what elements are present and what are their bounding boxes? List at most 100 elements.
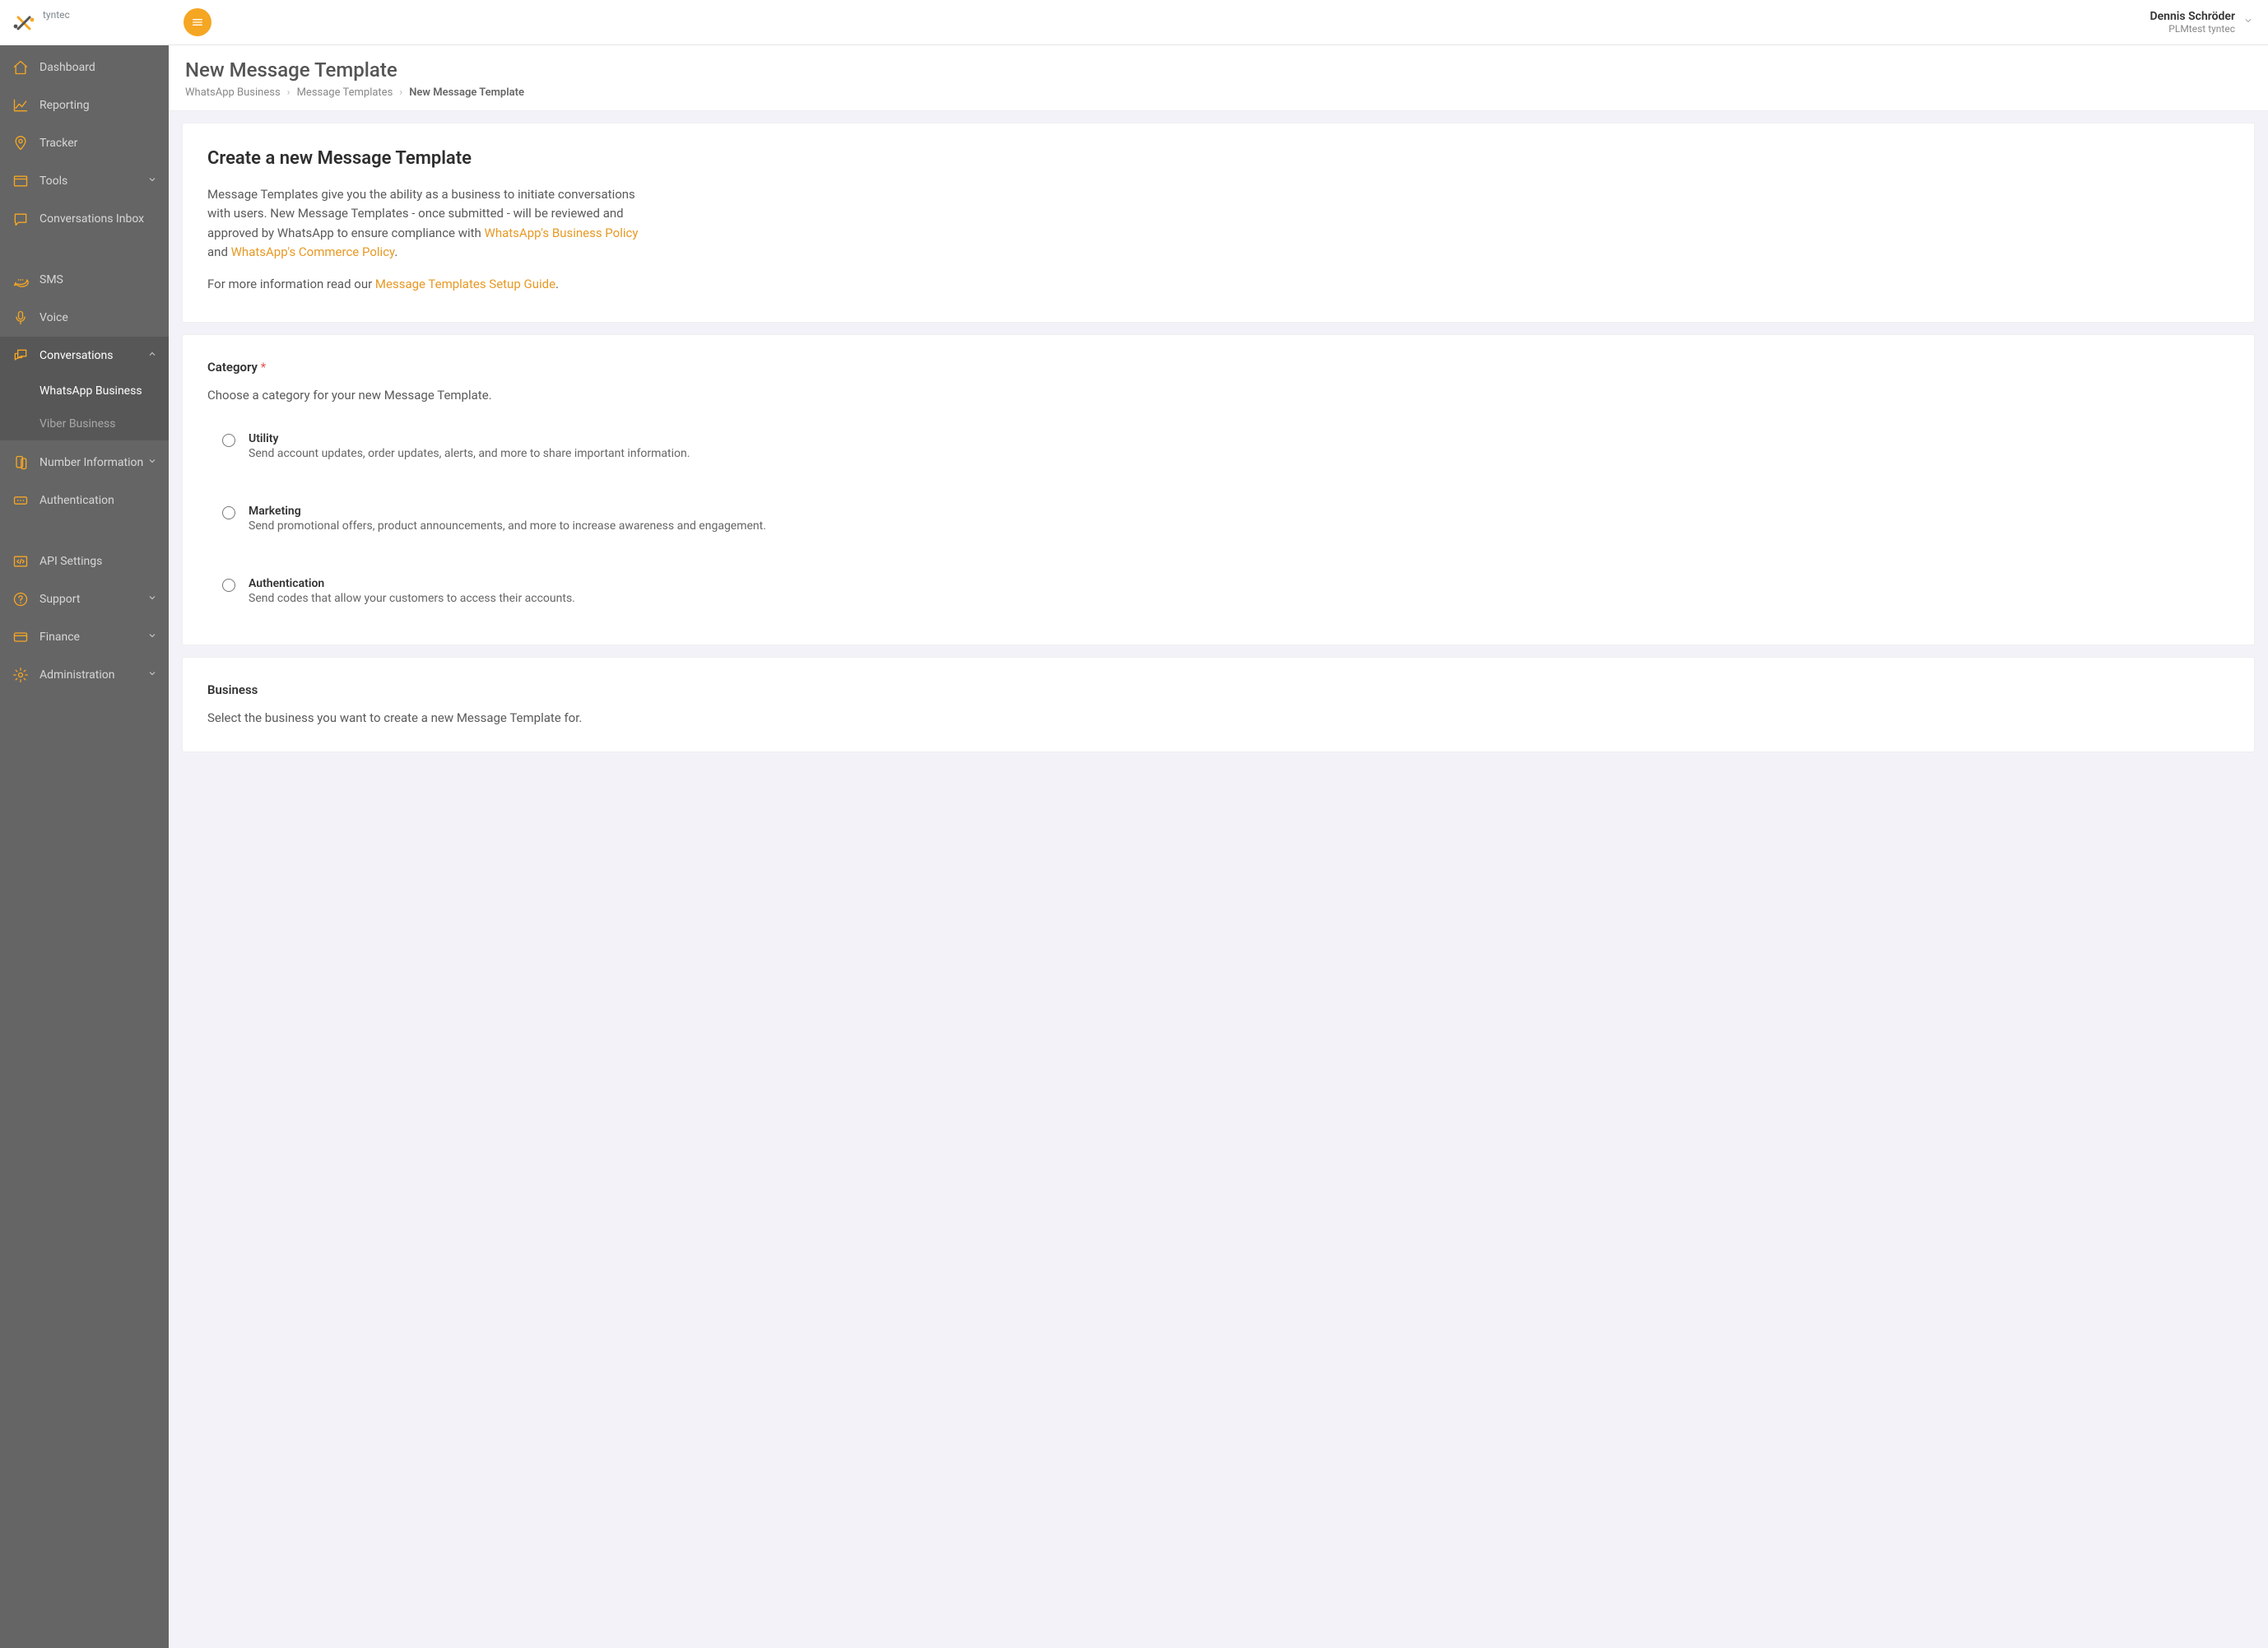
sidebar-item-voice[interactable]: Voice [0,299,169,337]
brand-mark-icon [10,9,38,37]
sidebar-item-reporting[interactable]: Reporting [0,86,169,124]
business-hint: Select the business you want to create a… [207,710,2229,725]
sidebar-item-label: Voice [40,311,68,324]
map-pin-icon [12,134,30,152]
sidebar-sub-label: WhatsApp Business [40,384,142,398]
sidebar-item-label: API Settings [40,555,102,568]
user-menu[interactable]: Dennis Schröder PLMtest tyntec [2150,10,2254,35]
menu-icon [191,16,204,29]
intro-text-fragment: and [207,244,231,259]
section-title-text: Category [207,360,258,375]
chevron-down-icon [147,668,157,682]
chat-icon [12,210,30,228]
breadcrumb-item[interactable]: Message Templates [297,86,393,99]
sidebar-sub-viber-business[interactable]: Viber Business [0,407,169,440]
option-desc: Send account updates, order updates, ale… [249,447,690,460]
brand-logo[interactable]: tyntec [0,0,169,45]
sidebar-item-administration[interactable]: Administration [0,656,169,694]
sidebar-item-conversations[interactable]: Conversations [0,337,169,375]
intro-text-fragment: For more information read our [207,277,375,291]
intro-text-fragment: . [555,277,559,291]
tools-icon [12,172,30,190]
sms-icon [12,271,30,289]
sidebar-item-sms[interactable]: SMS [0,261,169,299]
sidebar-spacer [0,238,169,261]
phone-icon [12,454,30,472]
sidebar-item-authentication[interactable]: Authentication [0,482,169,519]
auth-icon [12,491,30,510]
sidebar-item-label: Dashboard [40,61,95,74]
option-label: Utility [249,432,690,445]
sidebar: tyntec Dashboard Reporting Tracker [0,0,169,1648]
sidebar-sub-label: Viber Business [40,417,116,431]
user-tenant: PLMtest tyntec [2150,23,2236,35]
chevron-down-icon [147,631,157,644]
breadcrumb-current: New Message Template [409,86,524,99]
link-setup-guide[interactable]: Message Templates Setup Guide [375,277,555,291]
chevron-up-icon [147,349,157,362]
page-header: New Message Template WhatsApp Business ›… [169,45,2268,111]
option-desc: Send promotional offers, product announc… [249,519,766,533]
intro-text: Message Templates give you the ability a… [207,185,644,262]
sidebar-item-number-information[interactable]: Number Information [0,444,169,482]
microphone-icon [12,309,30,327]
chevron-right-icon: › [287,86,290,99]
business-title: Business [207,682,2229,697]
chart-line-icon [12,96,30,114]
code-icon [12,552,30,570]
sidebar-item-dashboard[interactable]: Dashboard [0,49,169,86]
sidebar-item-api-settings[interactable]: API Settings [0,542,169,580]
chevron-down-icon [2243,16,2253,29]
radio-authentication[interactable] [222,579,235,592]
sidebar-item-label: Finance [40,631,80,644]
option-label: Authentication [249,577,575,590]
sidebar-spacer [0,519,169,542]
required-marker: * [261,360,266,375]
category-option-utility[interactable]: Utility Send account updates, order upda… [207,421,2229,472]
sidebar-item-conversations-inbox[interactable]: Conversations Inbox [0,200,169,238]
radio-utility[interactable] [222,434,235,447]
sidebar-sub-whatsapp-business[interactable]: WhatsApp Business [0,375,169,407]
sidebar-item-label: Number Information [40,456,143,469]
sidebar-item-support[interactable]: Support [0,580,169,618]
category-title: Category * [207,360,2229,375]
home-icon [12,58,30,77]
sidebar-item-label: Tracker [40,137,77,150]
breadcrumb: WhatsApp Business › Message Templates › … [185,86,2252,99]
chevron-down-icon [147,593,157,606]
category-option-authentication[interactable]: Authentication Send codes that allow you… [207,566,2229,617]
breadcrumb-item[interactable]: WhatsApp Business [185,86,281,99]
sidebar-item-tracker[interactable]: Tracker [0,124,169,162]
chevron-down-icon [147,175,157,188]
option-desc: Send codes that allow your customers to … [249,592,575,605]
option-label: Marketing [249,505,766,518]
page-title: New Message Template [185,58,2252,81]
sidebar-item-label: SMS [40,273,63,286]
link-business-policy[interactable]: WhatsApp's Business Policy [485,226,639,240]
topbar: Dennis Schröder PLMtest tyntec [169,0,2268,45]
card-icon [12,628,30,646]
sidebar-item-label: Support [40,593,80,606]
sidebar-item-tools[interactable]: Tools [0,162,169,200]
link-commerce-policy[interactable]: WhatsApp's Commerce Policy [231,244,395,259]
intro-heading: Create a new Message Template [207,148,2229,169]
gear-icon [12,666,30,684]
conversations-icon [12,347,30,365]
category-hint: Choose a category for your new Message T… [207,388,2229,403]
chevron-right-icon: › [399,86,402,99]
chevron-down-icon [147,456,157,469]
category-card: Category * Choose a category for your ne… [182,334,2255,645]
sidebar-item-label: Conversations Inbox [40,212,144,226]
sidebar-item-finance[interactable]: Finance [0,618,169,656]
sidebar-toggle-button[interactable] [184,8,211,36]
category-option-marketing[interactable]: Marketing Send promotional offers, produ… [207,493,2229,544]
help-icon [12,590,30,608]
sidebar-item-label: Conversations [40,349,113,362]
sidebar-item-label: Tools [40,175,67,188]
business-card: Business Select the business you want to… [182,657,2255,752]
intro-card: Create a new Message Template Message Te… [182,123,2255,323]
radio-marketing[interactable] [222,506,235,519]
sidebar-submenu-conversations: WhatsApp Business Viber Business [0,375,169,440]
sidebar-item-label: Administration [40,668,114,682]
sidebar-item-label: Reporting [40,99,90,112]
